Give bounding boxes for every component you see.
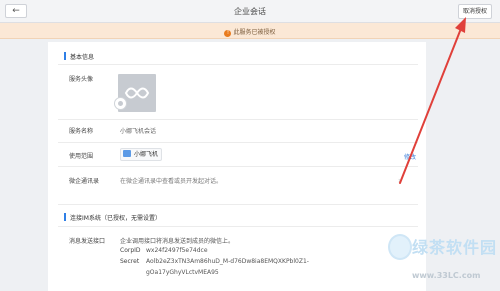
watermark-logo [388,234,412,260]
watermark-url: www.33LC.com [412,271,481,280]
watermark-brand: 绿茶软件园 [412,238,498,257]
